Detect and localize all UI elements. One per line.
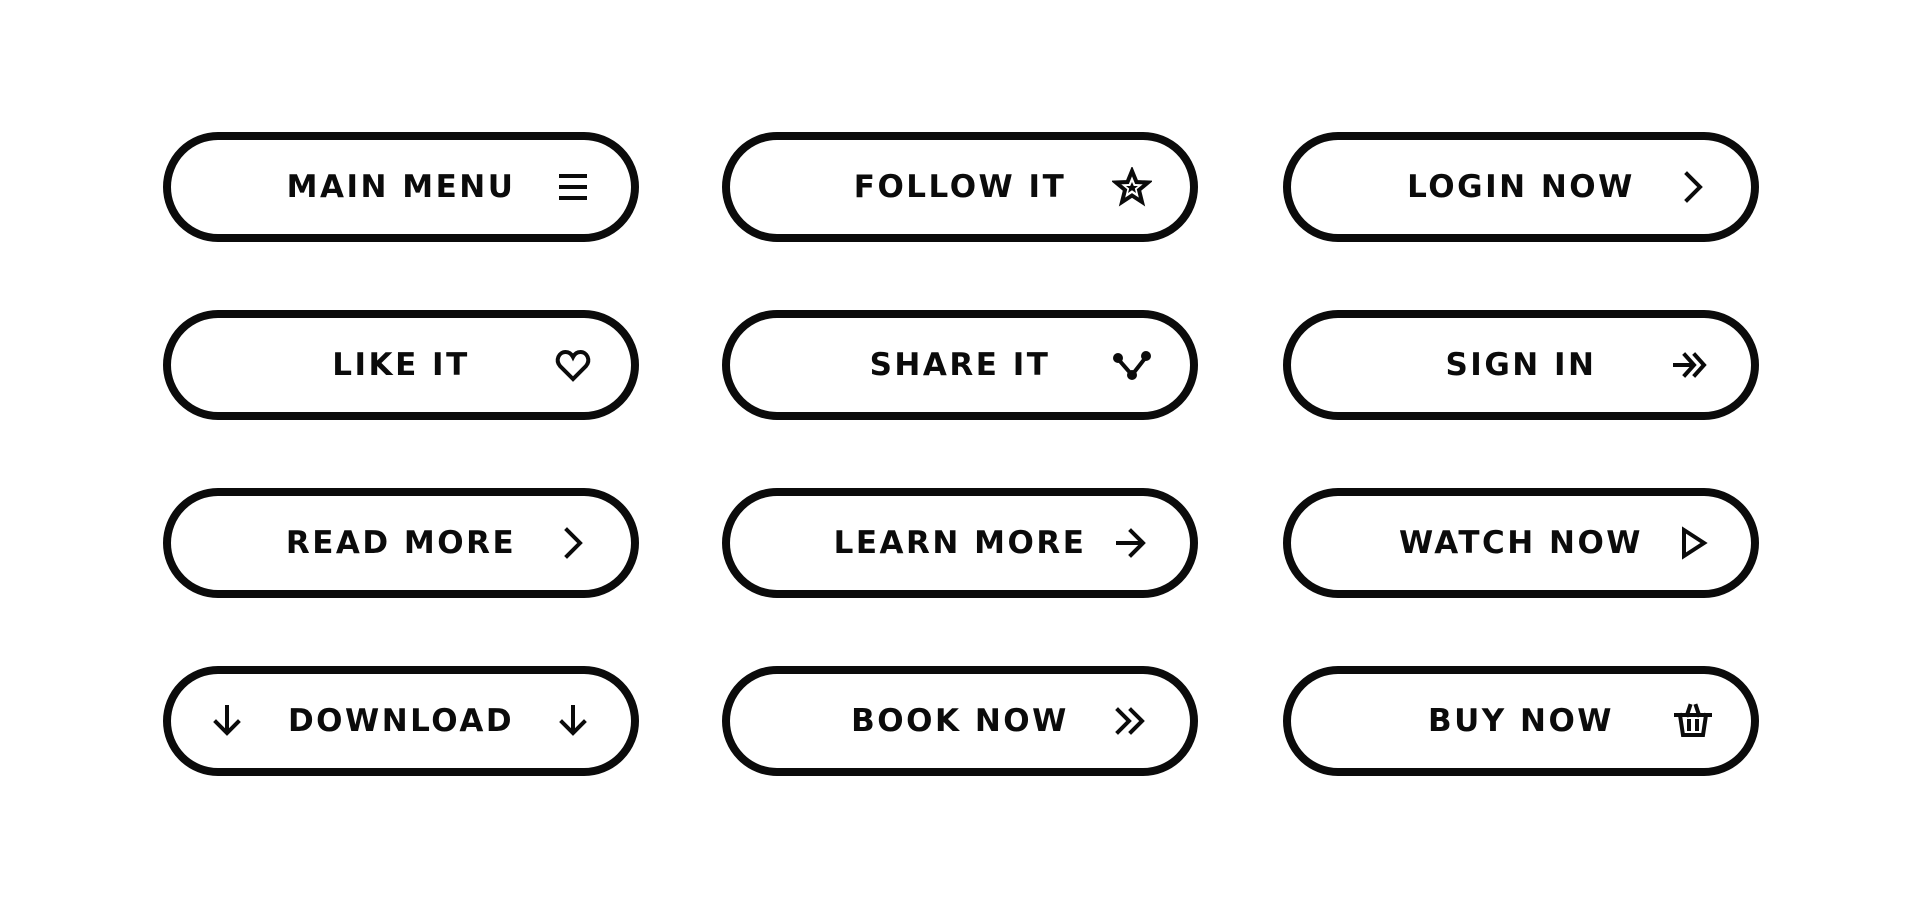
star-icon [1112,167,1152,207]
chevron-right-icon [1673,167,1713,207]
double-chevron-right-icon [1112,701,1152,741]
basket-icon [1673,701,1713,741]
share-icon [1112,345,1152,385]
sign-in-arrow-icon [1673,345,1713,385]
arrow-right-icon [1112,523,1152,563]
main-menu-button[interactable]: MAIN MENU [163,132,639,242]
follow-it-button[interactable]: FOLLOW IT [722,132,1198,242]
share-it-button[interactable]: SHARE IT [722,310,1198,420]
sign-in-button[interactable]: SIGN IN [1283,310,1759,420]
chevron-right-icon [553,523,593,563]
menu-icon [553,167,593,207]
heart-icon [553,345,593,385]
login-now-button[interactable]: LOGIN NOW [1283,132,1759,242]
watch-now-button[interactable]: WATCH NOW [1283,488,1759,598]
play-icon [1673,523,1713,563]
book-now-button[interactable]: BOOK NOW [722,666,1198,776]
read-more-button[interactable]: READ MORE [163,488,639,598]
buy-now-button[interactable]: BUY NOW [1283,666,1759,776]
like-it-button[interactable]: LIKE IT [163,310,639,420]
arrow-down-icon [553,701,593,741]
learn-more-button[interactable]: LEARN MORE [722,488,1198,598]
download-button[interactable]: DOWNLOAD [163,666,639,776]
